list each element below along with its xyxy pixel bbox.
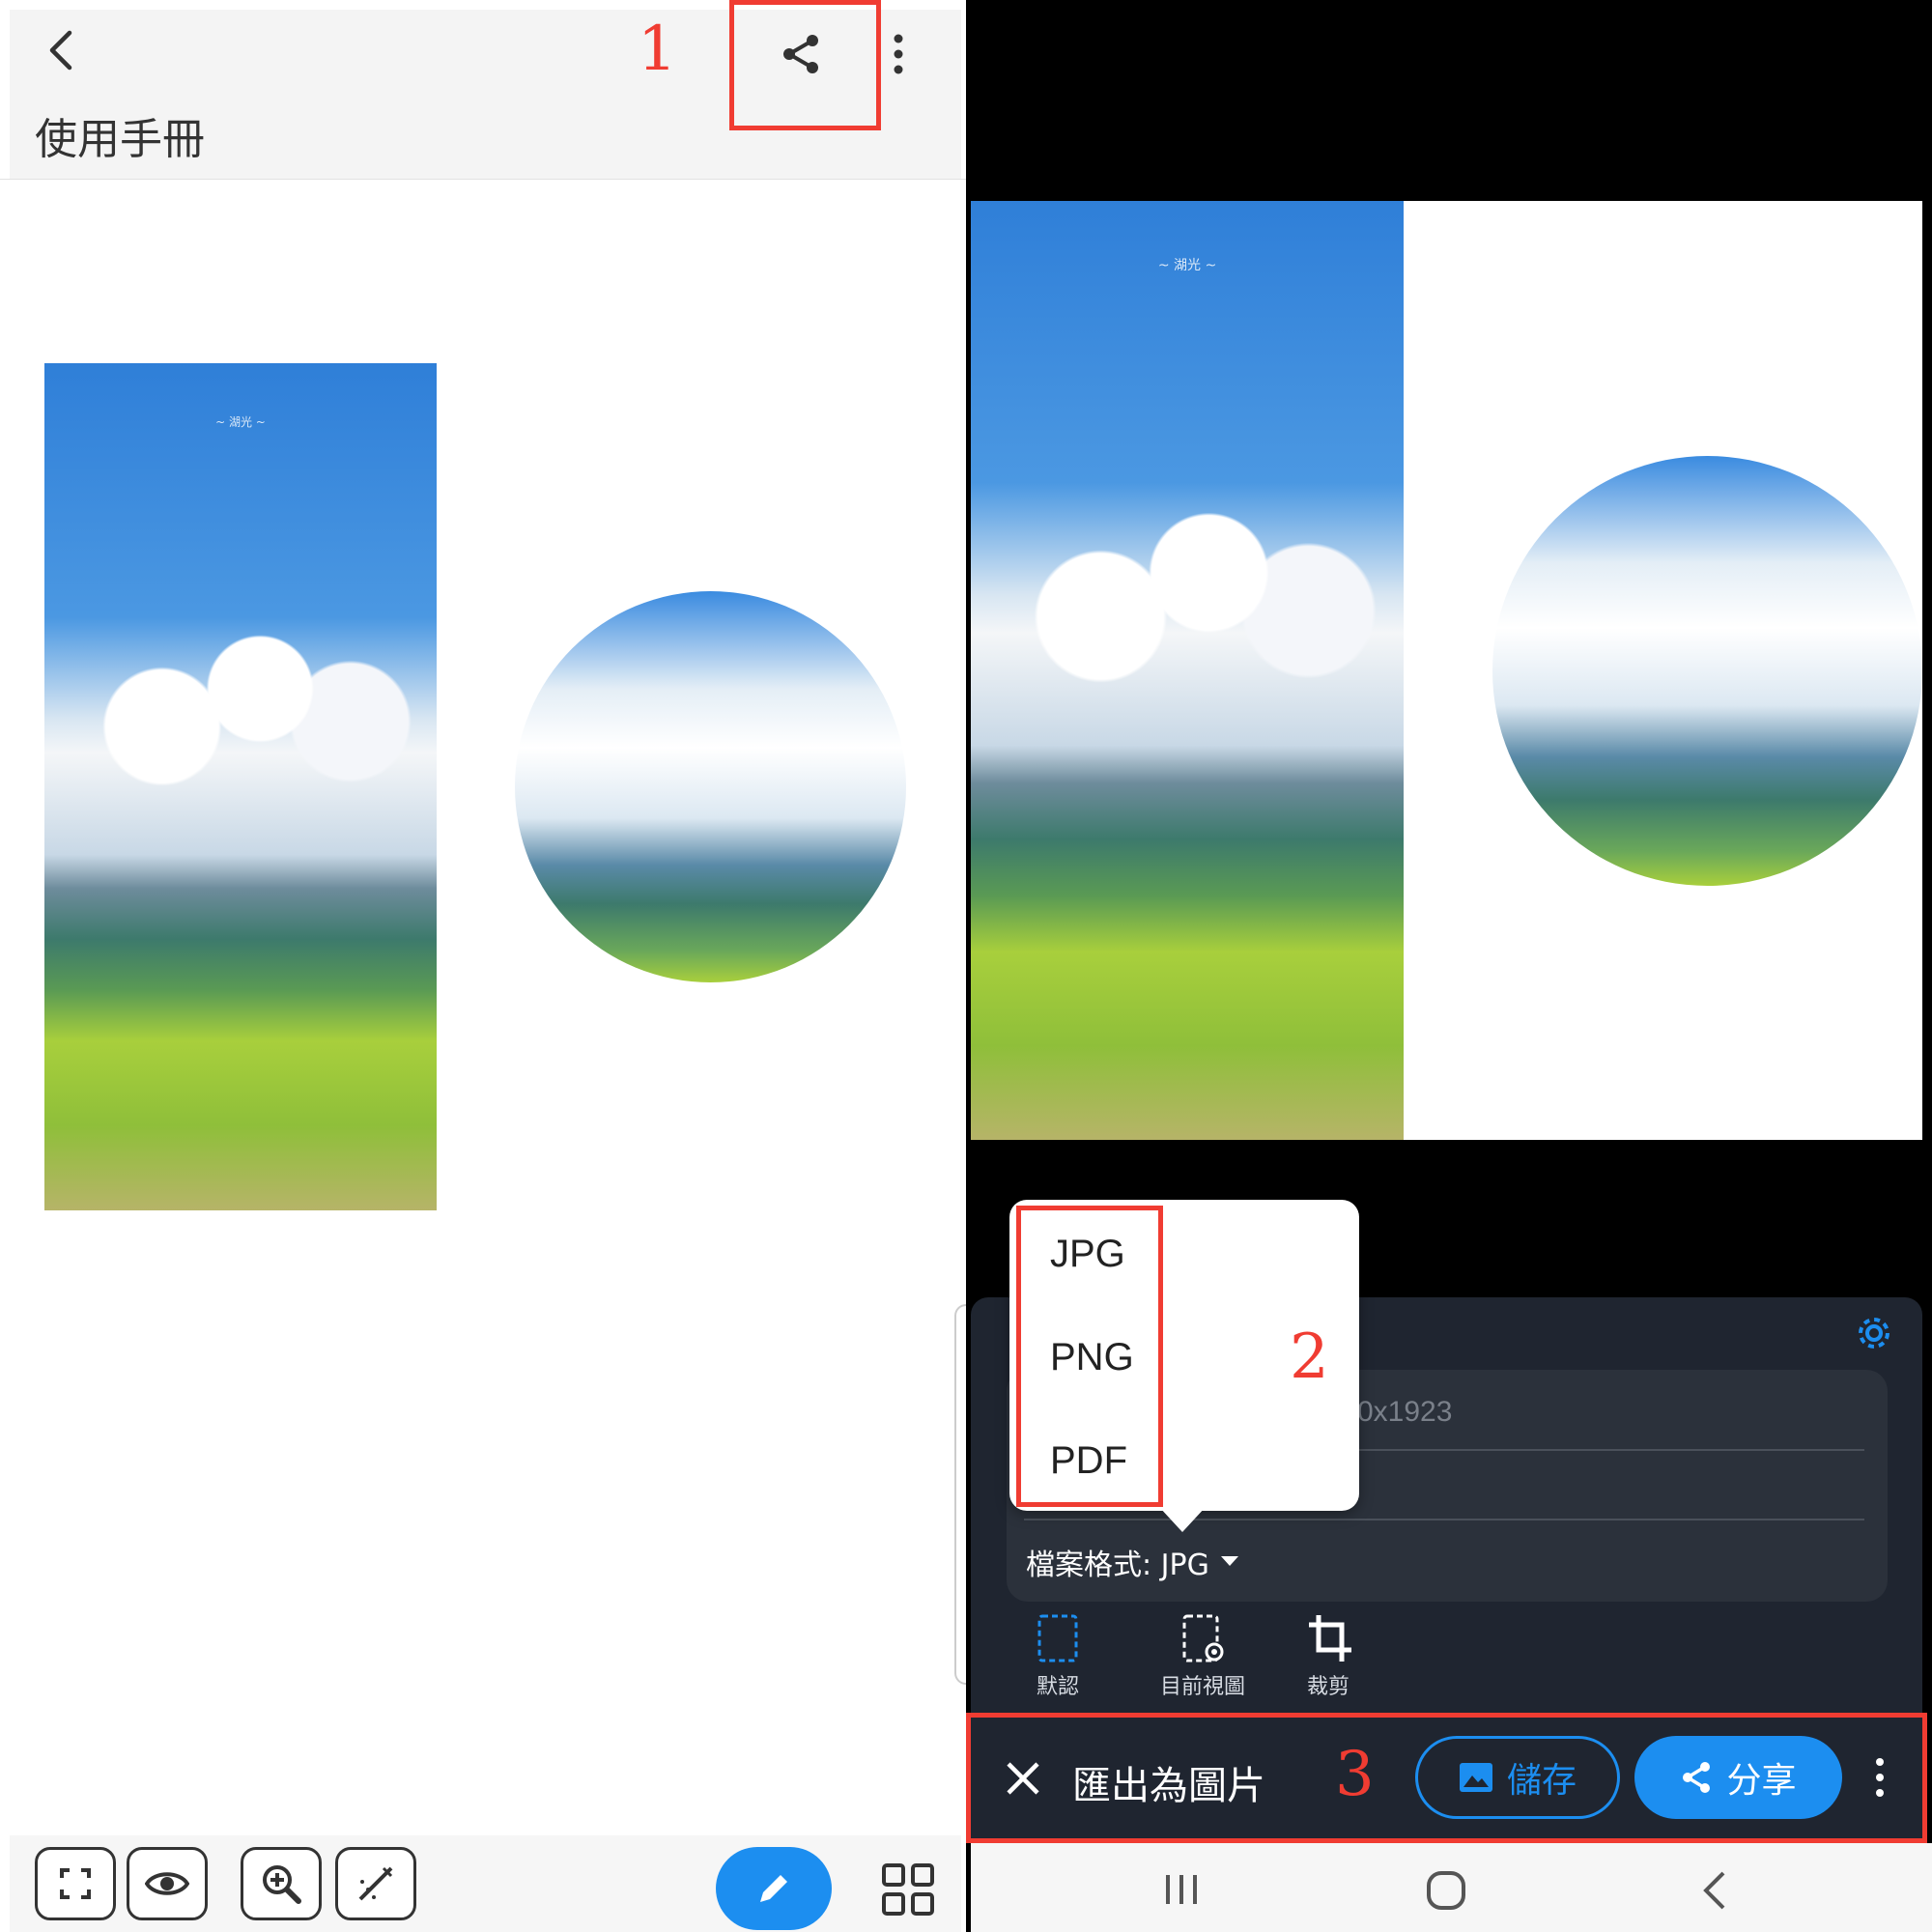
format-highlight-box <box>1016 1206 1163 1507</box>
caret-down-icon <box>1220 1556 1238 1566</box>
magic-wand-button[interactable] <box>335 1847 416 1920</box>
step-1-number: 1 <box>638 14 677 85</box>
view-mode-button[interactable] <box>127 1847 208 1920</box>
grid-icon[interactable] <box>881 1862 935 1917</box>
mode-crop[interactable]: 裁剪 <box>1280 1613 1377 1700</box>
more-vert-icon[interactable] <box>1872 1756 1888 1799</box>
preview-image-rect: ~ 湖光 ~ <box>971 201 1404 1140</box>
share-icon[interactable] <box>778 31 824 77</box>
edit-fab[interactable] <box>716 1847 832 1930</box>
landscape-image-rect[interactable]: ~ 湖光 ~ <box>44 363 437 1210</box>
more-vert-icon[interactable] <box>889 31 908 77</box>
preview-image-circle <box>1492 456 1922 886</box>
zoom-in-icon <box>263 1865 301 1904</box>
popup-pointer <box>1159 1507 1206 1532</box>
save-button[interactable]: 儲存 <box>1415 1736 1620 1819</box>
close-icon[interactable] <box>1005 1760 1041 1797</box>
landscape-image-circle[interactable] <box>515 591 906 982</box>
page-title: 使用手冊 <box>35 115 205 164</box>
image-icon <box>1459 1763 1492 1792</box>
image-caption: ~ 湖光 ~ <box>215 415 266 429</box>
mode-default[interactable]: 默認 <box>1009 1613 1106 1700</box>
back-nav-icon[interactable] <box>1700 1869 1729 1912</box>
share-icon <box>1683 1762 1711 1793</box>
divider <box>1024 1519 1864 1520</box>
right-screen: ~ 湖光 ~ 0x1923 檔案格式: JPG 默認 目前視圖 裁剪 JPG P… <box>954 0 1932 1932</box>
zoom-button[interactable] <box>241 1847 322 1920</box>
mode-label: 目前視圖 <box>1159 1675 1245 1699</box>
magic-wand-icon <box>358 1866 393 1901</box>
file-format-label: 檔案格式: JPG <box>1026 1548 1209 1582</box>
back-arrow-icon[interactable] <box>43 27 81 73</box>
fullscreen-button[interactable] <box>35 1847 116 1920</box>
gear-icon[interactable] <box>1855 1314 1893 1352</box>
image-caption: ~ 湖光 ~ <box>1157 258 1217 273</box>
save-label: 儲存 <box>1506 1761 1577 1801</box>
dashed-page-eye-icon <box>1182 1614 1224 1662</box>
export-title: 匯出為圖片 <box>1072 1764 1265 1808</box>
file-format-select[interactable]: 檔案格式: JPG <box>1026 1541 1238 1583</box>
cloud-shape <box>971 442 1404 732</box>
mode-label: 默認 <box>1036 1675 1079 1699</box>
eye-icon <box>145 1872 189 1895</box>
step-3-number: 3 <box>1335 1739 1375 1810</box>
share-button[interactable]: 分享 <box>1634 1736 1842 1819</box>
cloud-shape <box>44 576 437 827</box>
pencil-icon <box>760 1875 787 1902</box>
size-value: 0x1923 <box>1357 1396 1453 1428</box>
share-label: 分享 <box>1726 1761 1797 1801</box>
left-screen: 1 使用手冊 ~ 湖光 ~ <box>0 0 966 1932</box>
mode-label: 裁剪 <box>1306 1675 1350 1699</box>
fullscreen-icon <box>60 1868 91 1899</box>
recent-apps-icon[interactable] <box>1162 1871 1201 1908</box>
crop-icon <box>1309 1615 1351 1662</box>
side-handle <box>954 1304 966 1685</box>
dashed-page-icon <box>1037 1614 1078 1662</box>
divider <box>0 179 966 180</box>
step-2-number: 2 <box>1290 1321 1329 1393</box>
home-icon[interactable] <box>1425 1869 1467 1912</box>
mode-current-view[interactable]: 目前視圖 <box>1140 1613 1265 1700</box>
